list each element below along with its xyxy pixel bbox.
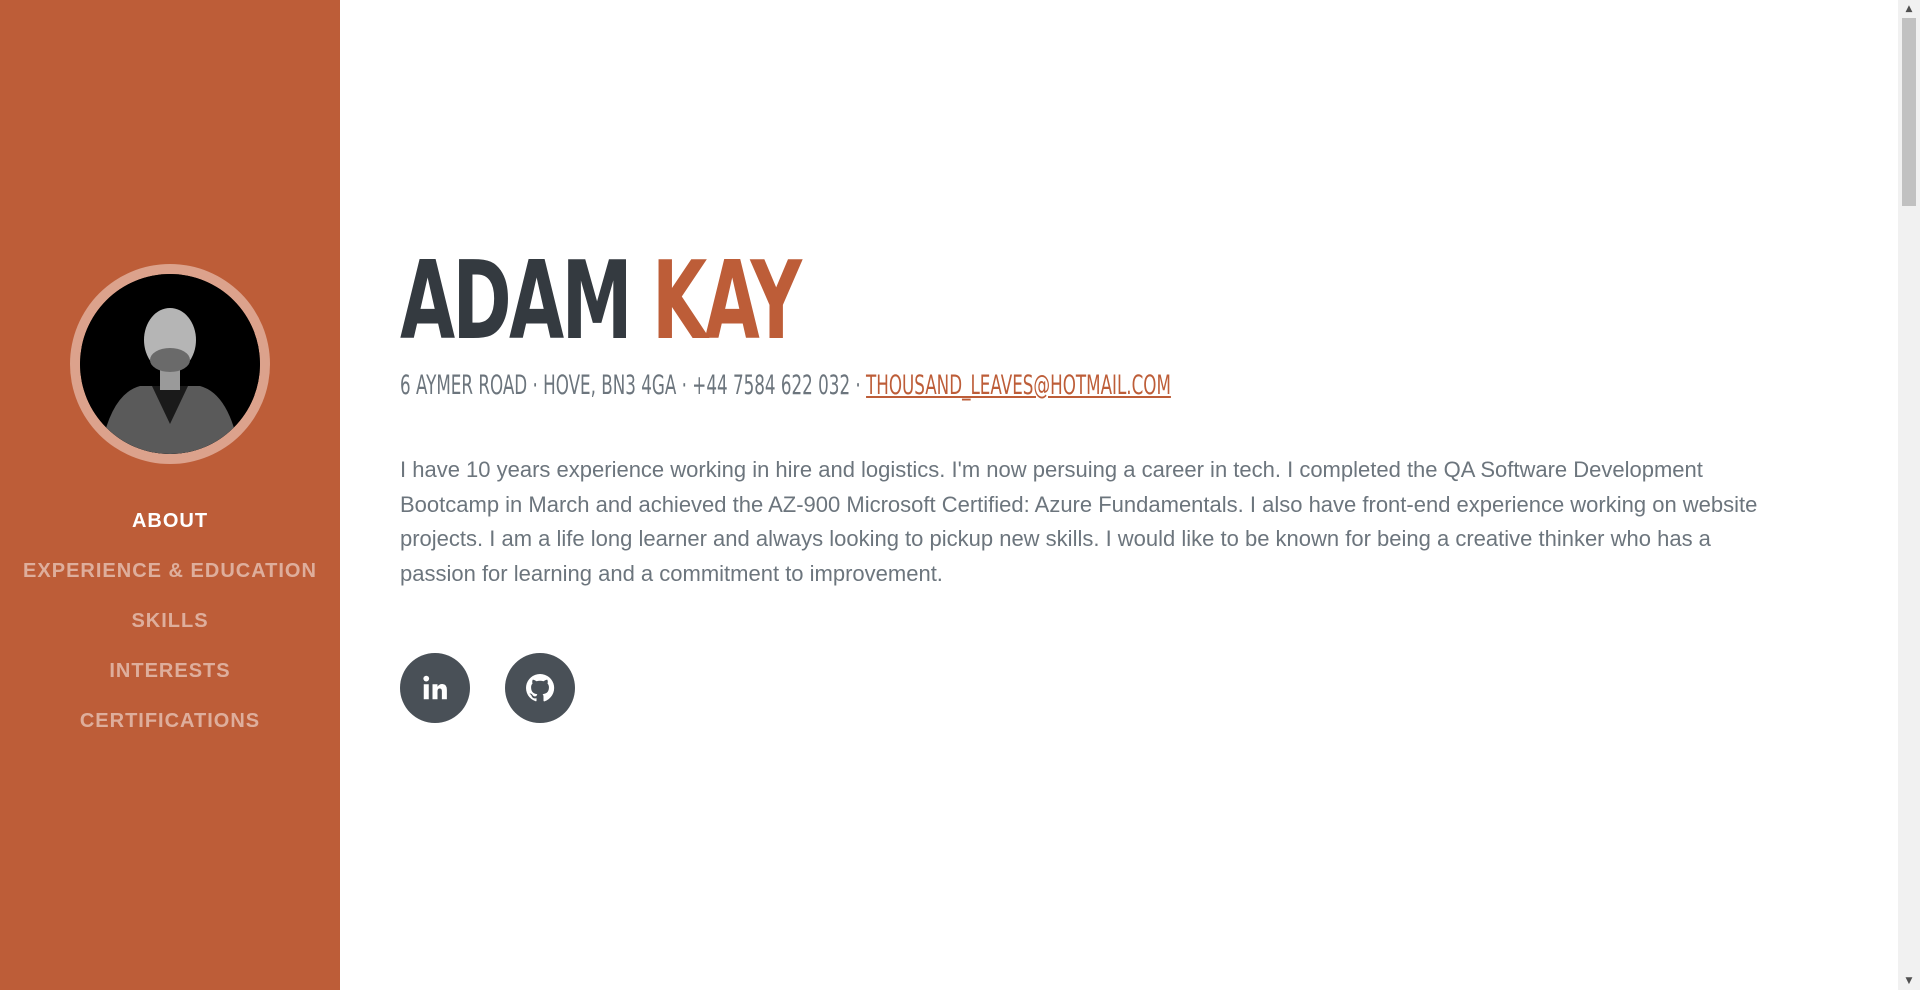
- scroll-thumb[interactable]: [1902, 18, 1916, 206]
- nav-item-about[interactable]: About: [0, 496, 340, 546]
- scroll-down-arrow-icon[interactable]: ▼: [1898, 972, 1920, 990]
- sidebar-nav: About Experience & Education Skills Inte…: [0, 496, 340, 746]
- scroll-up-arrow-icon[interactable]: ▲: [1898, 0, 1920, 18]
- nav-item-certifications[interactable]: Certifications: [0, 696, 340, 746]
- nav-item-interests[interactable]: Interests: [0, 646, 340, 696]
- github-icon: [526, 673, 555, 702]
- nav-item-experience-education[interactable]: Experience & Education: [0, 546, 340, 596]
- about-section: ADAM KAY 6 Aymer Road · Hove, BN3 4GA · …: [400, 248, 1770, 723]
- contact-subheading: 6 Aymer Road · Hove, BN3 4GA · +44 7584 …: [400, 370, 1249, 401]
- github-button[interactable]: [505, 653, 575, 723]
- social-icons: [400, 653, 1770, 723]
- last-name: KAY: [652, 239, 802, 364]
- bio-paragraph: I have 10 years experience working in hi…: [400, 457, 1758, 586]
- linkedin-icon: [423, 675, 447, 700]
- avatar: [70, 264, 270, 464]
- email-link[interactable]: thousand_leaves@hotmail.com: [866, 370, 1171, 401]
- linkedin-button[interactable]: [400, 653, 470, 723]
- main-content: ADAM KAY 6 Aymer Road · Hove, BN3 4GA · …: [340, 0, 1898, 990]
- first-name: ADAM: [400, 239, 633, 364]
- scrollbar[interactable]: ▲ ▼: [1898, 0, 1920, 990]
- page-title: ADAM KAY: [400, 248, 1304, 356]
- nav-item-skills[interactable]: Skills: [0, 596, 340, 646]
- sidebar: About Experience & Education Skills Inte…: [0, 0, 340, 990]
- address-phone: 6 Aymer Road · Hove, BN3 4GA · +44 7584 …: [400, 370, 867, 401]
- profile-photo: [80, 274, 260, 454]
- person-silhouette-icon: [80, 274, 260, 454]
